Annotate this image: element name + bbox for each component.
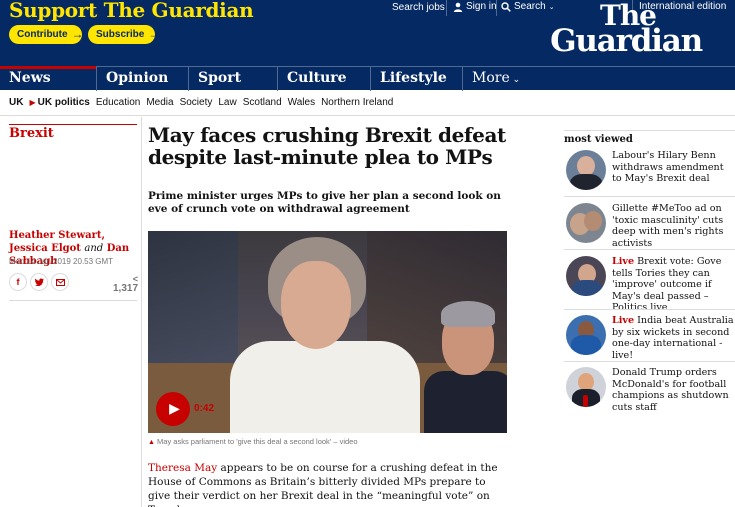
sign-in-label: Sign in [466,1,497,12]
email-icon [55,278,65,286]
pillar-culture[interactable]: Culture [277,67,369,91]
thumbnail-image [566,203,606,243]
share-buttons: f [9,273,69,291]
share-count-value: 1,317 [113,283,139,294]
pillar-more[interactable]: More ⌄ [462,67,522,91]
subscribe-button[interactable]: Subscribe → [88,25,160,44]
subnav-wales[interactable]: Wales [288,97,315,108]
meta-rule [9,300,137,301]
caption-text: May asks parliament to 'give this deal a… [157,437,358,446]
logo-guardian: Guardian [550,23,703,59]
play-button[interactable]: ▶ [156,392,190,426]
publish-date: Mon 14 Jan 2019 20.53 GMT [9,257,114,266]
twitter-icon [34,278,44,286]
contribute-button[interactable]: Contribute → [9,25,84,44]
most-viewed-title: most viewed [564,134,633,145]
subnav-uk[interactable]: UK [9,97,23,108]
most-viewed-headline: Live India beat Australia by six wickets… [612,315,734,361]
pillar-sport[interactable]: Sport [188,67,278,91]
video-duration: 0:42 [194,403,215,414]
most-viewed-rule [564,130,735,131]
subnav-media[interactable]: Media [146,97,173,108]
masthead: Support The Guardian Contribute → Subscr… [0,0,735,66]
most-viewed-headline: Gillette #MeToo ad on 'toxic masculinity… [612,203,724,249]
subnav-education[interactable]: Education [96,97,140,108]
email-share-button[interactable] [51,273,69,291]
thumbnail-image [566,256,606,296]
body-link-theresa-may[interactable]: Theresa May [148,462,217,474]
subnav-northern-ireland[interactable]: Northern Ireland [321,97,393,108]
sub-nav: UK ▶ UK politics Education Media Society… [0,90,735,116]
standfirst: Prime minister urges MPs to give her pla… [148,190,501,215]
pillar-news[interactable]: News [0,66,96,91]
more-label: More [472,70,510,86]
contribute-label: Contribute [17,29,68,40]
search-jobs-link[interactable]: Search jobs [392,2,445,13]
subnav-society[interactable]: Society [180,97,213,108]
subscribe-label: Subscribe [96,29,145,40]
arrow-right-icon: → [71,27,84,41]
byline-and: and [84,243,104,254]
most-viewed-headline: Donald Trump orders McDonald's for footb… [612,367,729,413]
subnav-scotland[interactable]: Scotland [243,97,282,108]
article-body: Theresa May appears to be on course for … [148,461,508,507]
thumbnail-image [566,367,606,407]
divider [496,0,497,16]
arrow-right-icon: → [148,27,161,41]
support-title[interactable]: Support The Guardian [9,0,254,22]
user-icon [453,2,463,12]
thumbnail-image [566,315,606,355]
triangle-up-icon: ▲ [148,439,155,446]
search-icon [501,1,511,12]
column-divider [141,117,142,507]
share-count: < 1,317 [113,274,138,294]
twitter-share-button[interactable] [30,273,48,291]
section-label[interactable]: Brexit [9,126,54,141]
subnav-uk-politics[interactable]: UK politics [38,97,90,108]
subnav-law[interactable]: Law [218,97,236,108]
article-headline: May faces crushing Brexit defeat despite… [148,123,506,169]
play-icon: ▶ [169,401,180,417]
guardian-logo[interactable]: The Guardian [522,0,703,59]
triangle-right-icon: ▶ [29,98,36,107]
pillar-nav: News Opinion Sport Culture Lifestyle Mor… [0,66,735,91]
chevron-down-icon: ⌄ [509,75,521,85]
sign-in-link[interactable]: Sign in [453,1,497,12]
most-viewed-headline: Labour's Hilary Benn withdraws amendment… [612,150,724,184]
divider [446,0,447,16]
facebook-share-button[interactable]: f [9,273,27,291]
most-viewed-headline: Live Brexit vote: Gove tells Tories they… [612,256,722,313]
video-caption: ▲ May asks parliament to 'give this deal… [148,437,358,446]
thumbnail-image [566,150,606,190]
facebook-icon: f [16,277,20,287]
pillar-opinion[interactable]: Opinion [96,67,190,91]
pillar-lifestyle[interactable]: Lifestyle [370,67,462,91]
section-rule [9,124,137,125]
